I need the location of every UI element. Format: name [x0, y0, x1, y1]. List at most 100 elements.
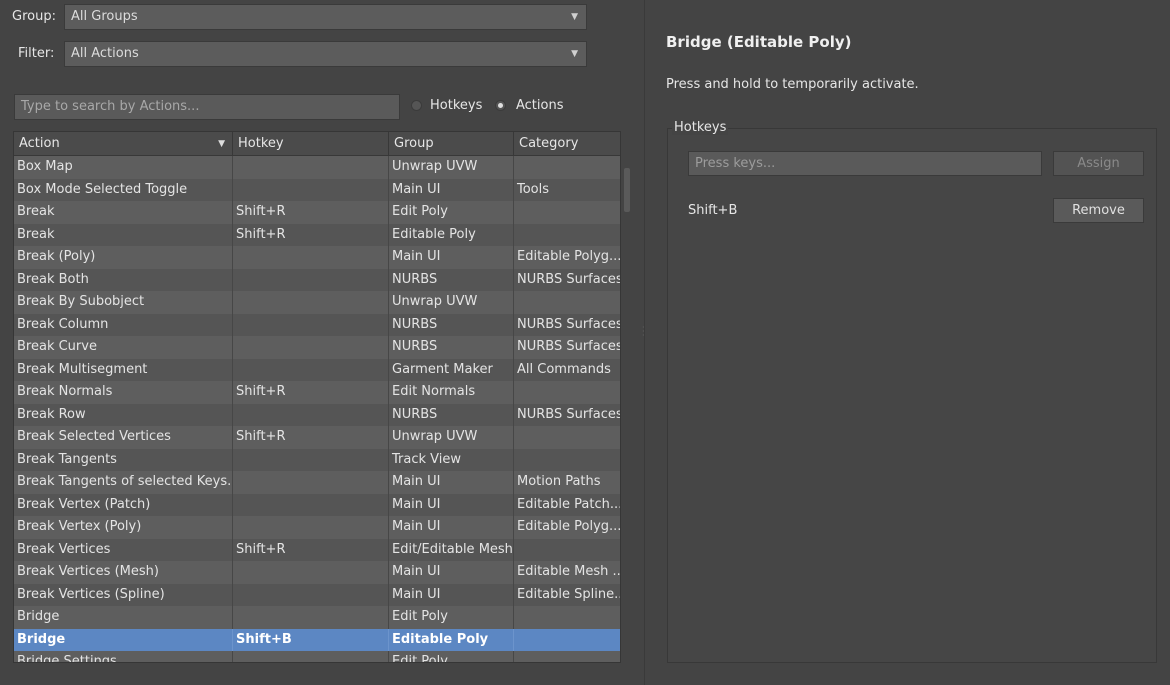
table-row[interactable]: Break Tangents Track View [14, 448, 620, 472]
cell-action: Break [14, 223, 233, 246]
cell-action: Break [14, 201, 233, 224]
column-header-hotkey[interactable]: Hotkey [233, 132, 389, 155]
table-row[interactable]: Break By Subobject Unwrap UVW [14, 291, 620, 314]
cell-group: Unwrap UVW [389, 156, 514, 179]
cell-hotkey [233, 178, 389, 201]
table-row[interactable]: Bridge Shift+B Editable Poly [14, 628, 620, 651]
table-row[interactable]: Break Shift+R Edit Poly [14, 201, 620, 224]
cell-group: Main UI [389, 178, 514, 201]
dropdown-arrow-icon: ▼ [571, 49, 578, 59]
cell-group: Edit/Editable Mesh [389, 538, 514, 561]
table-row[interactable]: Break Multisegment Garment Maker All Comma… [14, 358, 620, 381]
cell-action: Box Map [14, 156, 233, 179]
cell-hotkey [233, 268, 389, 291]
cell-category [514, 201, 620, 224]
column-header-group[interactable]: Group [389, 132, 514, 155]
assign-button[interactable]: Assign [1053, 151, 1144, 176]
table-row[interactable]: Break Column NURBS NURBS Surfaces [14, 313, 620, 336]
cell-group: Main UI [389, 246, 514, 269]
cell-hotkey: Shift+B [233, 628, 389, 651]
cell-hotkey [233, 583, 389, 606]
cell-action: Break By Subobject [14, 291, 233, 314]
column-header-action[interactable]: Action ▼ [14, 132, 233, 155]
cell-hotkey [233, 156, 389, 179]
table-row[interactable]: Break Normals Shift+R Edit Normals [14, 381, 620, 404]
cell-category [514, 539, 620, 562]
cell-category: Motion Paths [517, 474, 601, 489]
press-keys-input[interactable]: Press keys... [688, 151, 1042, 176]
cell-group: Editable Poly [389, 223, 514, 246]
cell-hotkey [233, 313, 389, 336]
column-header-category[interactable]: Category [514, 132, 620, 155]
table-row[interactable]: Bridge Settings Edit Poly [14, 651, 620, 662]
cell-action: Break Vertex (Poly) [14, 516, 233, 539]
table-row[interactable]: Break Row NURBS NURBS Surfaces [14, 403, 621, 426]
table-row[interactable]: Break Tangents of selected Keys... Main U… [14, 471, 620, 494]
cell-group: Unwrap UVW [389, 291, 514, 314]
table-row[interactable]: Bridge Edit Poly [14, 606, 620, 629]
cell-action: Break Vertices [14, 538, 233, 561]
cell-hotkey [233, 493, 389, 516]
search-placeholder: Type to search by Actions... [21, 99, 200, 114]
cell-hotkey [233, 403, 389, 426]
sort-down-icon: ▼ [218, 139, 225, 149]
cell-group: NURBS [389, 268, 514, 291]
search-input[interactable]: Type to search by Actions... [14, 94, 400, 120]
table-row[interactable]: Break Vertices (Spline) Main UI Editable S… [14, 583, 620, 606]
cell-hotkey [233, 561, 389, 584]
cell-hotkey [233, 291, 389, 314]
table-row[interactable]: Break Both NURBS NURBS Surfaces [14, 268, 620, 291]
cell-action: Break (Poly) [14, 246, 233, 269]
cell-group: Main UI [389, 516, 514, 539]
table-row[interactable]: Break Curve NURBS NURBS Surfaces [14, 336, 620, 359]
actions-radio[interactable] [495, 100, 506, 111]
table-body: Box Map Unwrap UVW Box Mode Selected Toggl… [14, 156, 621, 662]
cell-hotkey [233, 336, 389, 359]
group-dropdown[interactable]: All Groups ▼ [64, 4, 587, 30]
table-row[interactable]: Break Selected Vertices Shift+R Unwrap UVW [14, 426, 620, 449]
cell-category: Editable Mesh ... [517, 564, 621, 579]
filter-dropdown-value: All Actions [71, 46, 139, 61]
actions-radio-label[interactable]: Actions [516, 98, 564, 113]
cell-category: Tools [517, 181, 550, 197]
cell-group: Unwrap UVW [389, 426, 514, 449]
cell-group: NURBS [389, 313, 514, 336]
table-scrollbar-thumb[interactable] [624, 168, 630, 212]
table-row[interactable]: Break Vertices Shift+R Edit/Editable Mesh [14, 538, 620, 562]
cell-category [514, 224, 620, 247]
cell-action: Break Row [14, 403, 233, 426]
cell-hotkey: Shift+R [233, 223, 389, 246]
cell-group: Edit Poly [389, 606, 514, 629]
table-row[interactable]: Break Shift+R Editable Poly [14, 223, 620, 247]
panel-splitter[interactable] [644, 0, 645, 685]
splitter-grip-icon[interactable]: · · · [642, 324, 647, 340]
cell-hotkey [233, 246, 389, 269]
cell-hotkey [233, 358, 389, 381]
cell-action: Break Vertices (Spline) [14, 583, 233, 606]
cell-category: Editable Polyg... [517, 249, 621, 264]
cell-category [514, 156, 620, 179]
cell-category [514, 449, 620, 472]
hotkeys-radio-label[interactable]: Hotkeys [430, 98, 482, 113]
table-row[interactable]: Break (Poly) Main UI Editable Polyg... [14, 246, 620, 269]
remove-button[interactable]: Remove [1053, 198, 1144, 223]
cell-hotkey: Shift+R [233, 381, 389, 404]
cell-category [514, 651, 620, 662]
table-row[interactable]: Break Vertex (Patch) Main UI Editable Patc… [14, 493, 621, 516]
cell-category [514, 606, 620, 629]
hotkeys-radio[interactable] [411, 100, 422, 111]
table-row[interactable]: Box Map Unwrap UVW [14, 156, 620, 179]
filter-dropdown[interactable]: All Actions ▼ [64, 41, 587, 67]
cell-category: Editable Patch... [517, 496, 621, 512]
table-row[interactable]: Break Vertices (Mesh) Main UI Editable Mes… [14, 561, 620, 584]
table-row[interactable]: Break Vertex (Poly) Main UI Editable Polyg… [14, 516, 620, 539]
table-row[interactable]: Box Mode Selected Toggle Main UI Tools [14, 178, 620, 201]
cell-action: Bridge Settings [14, 651, 233, 662]
cell-action: Break Selected Vertices [14, 426, 233, 449]
cell-hotkey: Shift+R [233, 426, 389, 449]
cell-action: Break Both [14, 268, 233, 291]
cell-group: Editable Poly [389, 628, 514, 651]
cell-action: Break Multisegment [14, 358, 233, 381]
cell-category: NURBS Surfaces [517, 406, 621, 422]
cell-action: Break Column [14, 313, 233, 336]
